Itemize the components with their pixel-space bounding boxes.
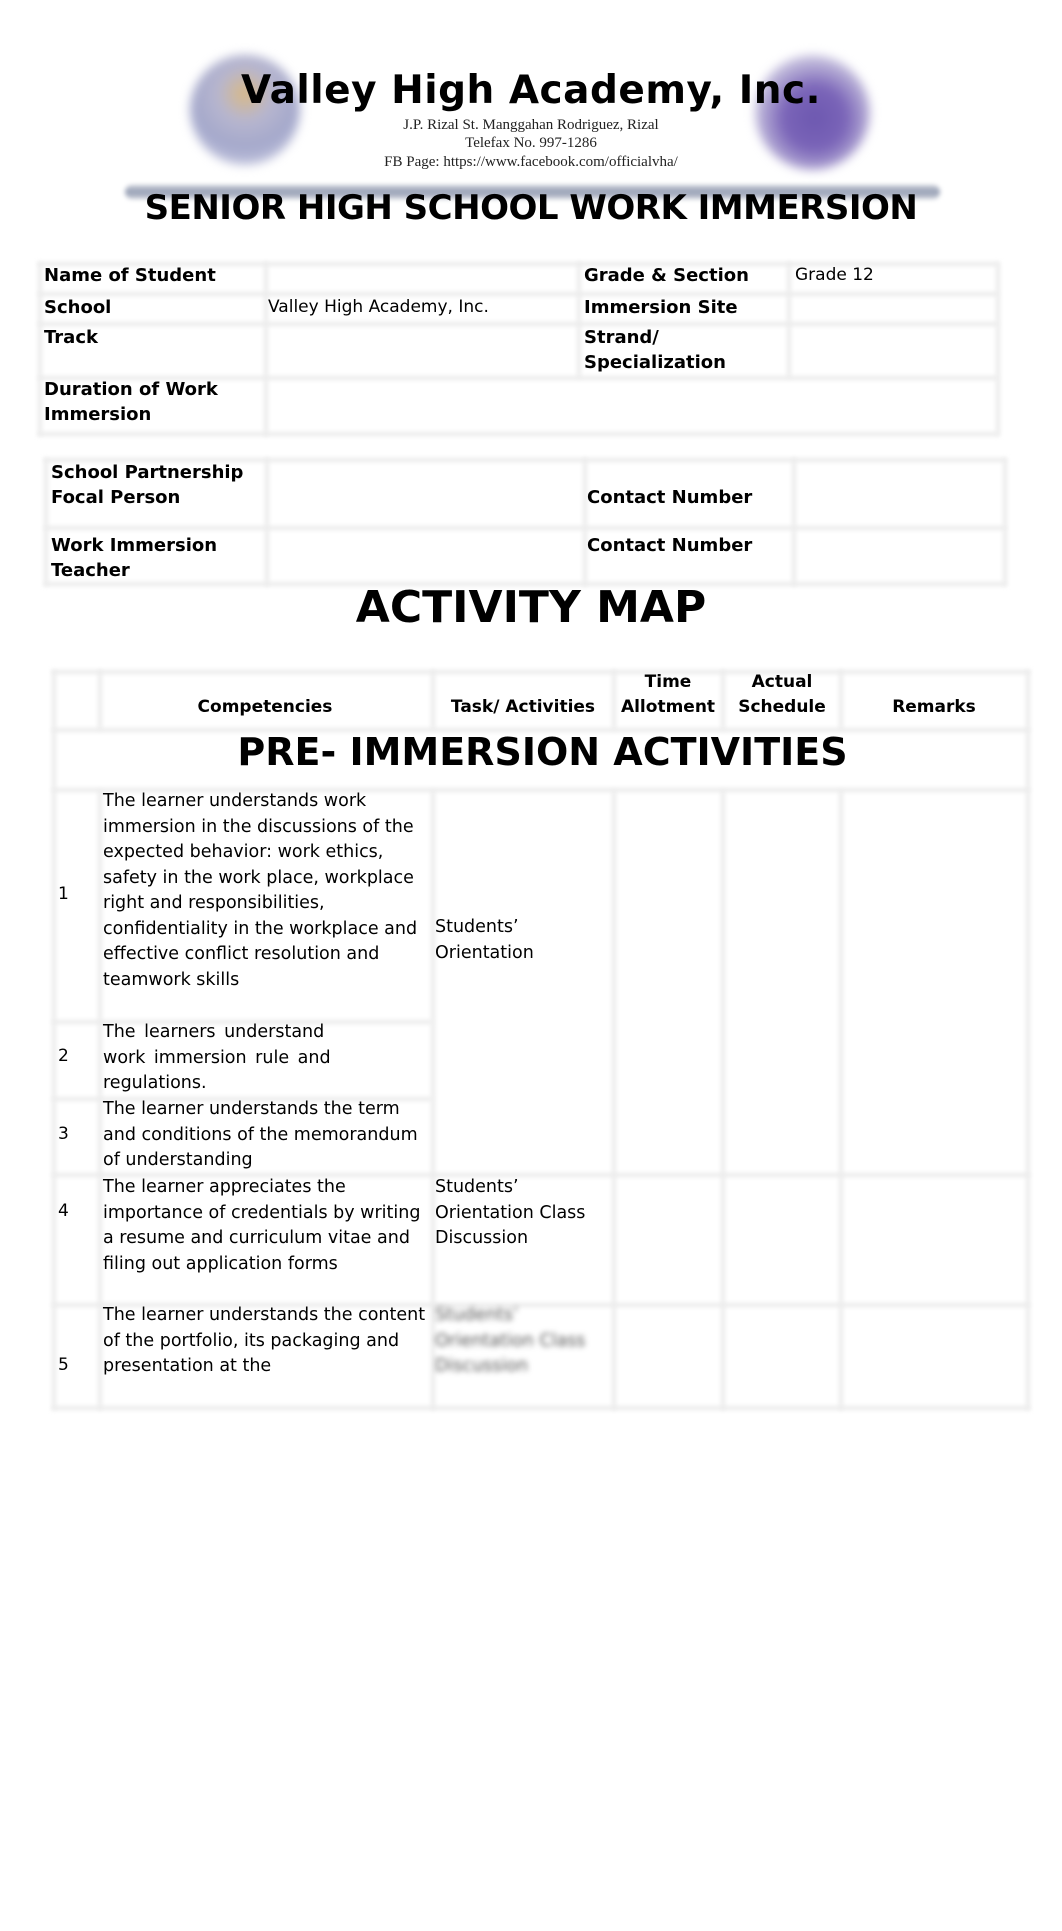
table-border (721, 790, 725, 1410)
column-header-competencies: Competencies (197, 697, 333, 717)
column-header-remarks: Remarks (892, 697, 976, 717)
form-title: SENIOR HIGH SCHOOL WORK IMMERSION (144, 188, 918, 228)
table-border (839, 790, 843, 1410)
competency-text: The learners understand work immersion r… (103, 1022, 331, 1093)
name-of-student-label: Name of Student (44, 265, 216, 286)
focal-person-label-line1: School Partnership (51, 462, 244, 483)
track-field[interactable] (268, 325, 573, 375)
table-border (38, 432, 998, 436)
table-border (52, 1406, 1030, 1410)
duration-label-line2: Immersion (44, 404, 152, 425)
strand-label-line1: Strand/ (584, 327, 659, 348)
strand-field[interactable] (795, 325, 990, 375)
competency-text: The learner understands the content of t… (103, 1305, 426, 1376)
column-header-actual-line2: Schedule (738, 697, 826, 717)
school-name: Valley High Academy, Inc. (241, 68, 821, 113)
table-border (52, 670, 56, 1410)
column-header-time-allotment: Time Allotment (614, 670, 722, 720)
table-border (44, 458, 48, 586)
table-border (996, 262, 1000, 436)
immersion-teacher-label: Work Immersion Teacher (51, 533, 217, 583)
school-field[interactable]: Valley High Academy, Inc. (268, 295, 573, 320)
row-number: 2 (58, 1046, 69, 1066)
immersion-site-field[interactable] (795, 295, 990, 321)
competency-text: The learner appreciates the importance o… (103, 1177, 421, 1274)
pre-immersion-section-title: PRE- IMMERSION ACTIVITIES (237, 730, 848, 774)
focal-person-field[interactable] (272, 464, 577, 522)
table-border (44, 526, 1006, 530)
table-border (612, 790, 616, 1410)
duration-field[interactable] (268, 380, 988, 430)
column-header-time-line2: Allotment (620, 697, 716, 717)
school-label: School (44, 297, 112, 318)
table-border (787, 262, 791, 378)
grade-section-field[interactable]: Grade 12 (795, 263, 990, 288)
row-number: 1 (58, 884, 69, 904)
name-of-student-field[interactable] (268, 263, 573, 289)
track-label: Track (44, 327, 98, 348)
table-border (265, 458, 269, 586)
column-header-tasks: Task/ Activities (450, 697, 596, 717)
teacher-contact-field[interactable] (800, 532, 998, 580)
school-address: J.P. Rizal St. Manggahan Rodriguez, Riza… (403, 117, 659, 133)
table-border (1026, 670, 1030, 1410)
focal-contact-label: Contact Number (587, 487, 753, 508)
duration-label-line1: Duration of Work (44, 379, 218, 400)
column-header-time-line1: Time (644, 672, 692, 692)
teacher-contact-label: Contact Number (587, 535, 753, 556)
task-text: Students’ Orientation Class Discussion (435, 1177, 586, 1248)
row-number: 3 (58, 1124, 69, 1144)
column-header-actual-schedule: Actual Schedule (723, 670, 841, 720)
focal-person-label-line2: Focal Person (51, 487, 181, 508)
row-number: 5 (58, 1355, 69, 1375)
row-number: 4 (58, 1201, 69, 1221)
competency-text: The learner understands the term and con… (103, 1099, 418, 1170)
table-border (792, 458, 796, 586)
table-border (583, 458, 587, 586)
focal-person-label: School Partnership Focal Person (51, 460, 243, 510)
duration-label: Duration of Work Immersion (44, 377, 218, 427)
immersion-teacher-field[interactable] (272, 532, 577, 580)
school-fb-page: FB Page: https://www.facebook.com/offici… (384, 154, 678, 170)
task-text: Students’ Orientation Class Discussion (435, 1305, 586, 1376)
focal-contact-field[interactable] (800, 464, 998, 522)
school-telefax: Telefax No. 997-1286 (465, 135, 597, 151)
activity-map-title: ACTIVITY MAP (355, 582, 707, 633)
strand-label-line2: Specialization (584, 352, 726, 373)
task-text: Students’ Orientation (435, 917, 534, 963)
immersion-teacher-label-line2: Teacher (51, 560, 130, 581)
competency-text: The learner understands work immersion i… (103, 791, 418, 990)
table-border (1003, 458, 1007, 586)
grade-section-label: Grade & Section (584, 265, 749, 286)
table-border (52, 670, 1030, 674)
column-header-actual-line1: Actual (751, 672, 813, 692)
table-border (38, 262, 42, 436)
immersion-teacher-label-line1: Work Immersion (51, 535, 218, 556)
table-border (577, 262, 581, 378)
immersion-site-label: Immersion Site (584, 297, 738, 318)
strand-label: Strand/ Specialization (584, 325, 726, 375)
table-border (98, 790, 102, 1410)
